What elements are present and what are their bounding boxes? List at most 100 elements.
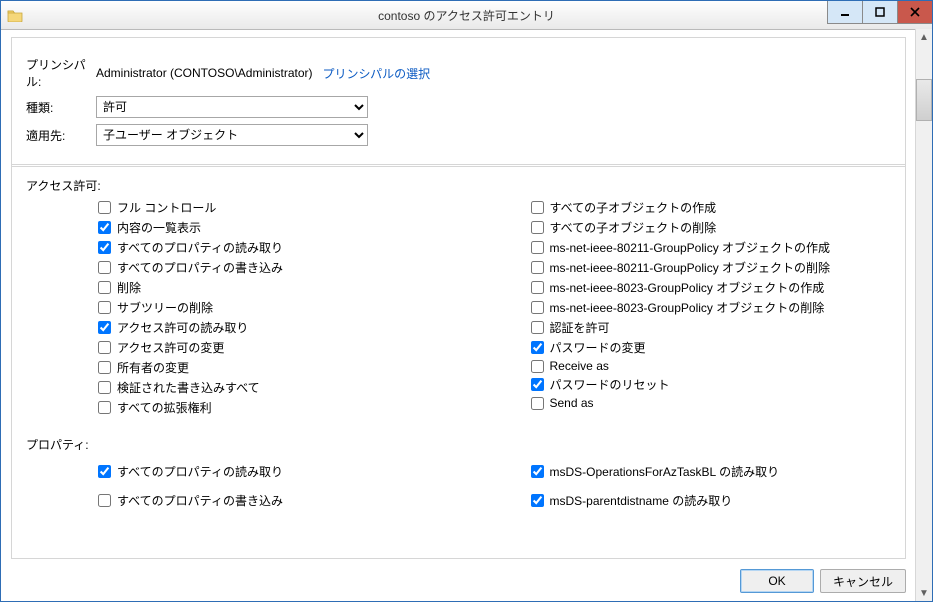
permission-left-row: アクセス許可の読み取り	[98, 318, 459, 338]
properties-block: プロパティ: すべてのプロパティの読み取りすべてのプロパティの書き込み msDS…	[26, 436, 891, 515]
permission-right-label: ms-net-ieee-8023-GroupPolicy オブジェクトの削除	[550, 299, 825, 316]
vertical-scrollbar[interactable]: ▲ ▼	[915, 29, 932, 601]
scroll-down-arrow[interactable]: ▼	[916, 585, 932, 601]
permission-right-checkbox[interactable]	[531, 378, 544, 391]
permission-right-label: すべての子オブジェクトの削除	[550, 219, 717, 236]
property-left-row: すべてのプロパティの読み取り	[98, 457, 459, 486]
permission-right-label: すべての子オブジェクトの作成	[550, 199, 717, 216]
permission-left-label: 所有者の変更	[117, 359, 189, 376]
permission-left-row: 所有者の変更	[98, 358, 459, 378]
window-controls	[827, 1, 932, 23]
properties-left-column: すべてのプロパティの読み取りすべてのプロパティの書き込み	[26, 457, 459, 515]
permission-right-row: ms-net-ieee-80211-GroupPolicy オブジェクトの削除	[531, 258, 892, 278]
type-row: 種類: 許可	[26, 96, 891, 118]
permission-left-row: すべてのプロパティの読み取り	[98, 238, 459, 258]
permission-right-checkbox[interactable]	[531, 241, 544, 254]
permission-right-checkbox[interactable]	[531, 201, 544, 214]
permission-left-checkbox[interactable]	[98, 261, 111, 274]
permission-left-label: サブツリーの削除	[117, 299, 213, 316]
permission-right-checkbox[interactable]	[531, 301, 544, 314]
property-left-checkbox[interactable]	[98, 494, 111, 507]
permission-right-row: 認証を許可	[531, 318, 892, 338]
applies-select[interactable]: 子ユーザー オブジェクト	[96, 124, 368, 146]
permission-left-label: 検証された書き込みすべて	[117, 379, 260, 396]
permission-left-checkbox[interactable]	[98, 241, 111, 254]
permission-left-checkbox[interactable]	[98, 201, 111, 214]
ok-button[interactable]: OK	[740, 569, 814, 593]
properties-columns: すべてのプロパティの読み取りすべてのプロパティの書き込み msDS-Operat…	[26, 457, 891, 515]
permission-left-checkbox[interactable]	[98, 281, 111, 294]
permissions-left-column: フル コントロール内容の一覧表示すべてのプロパティの読み取りすべてのプロパティの…	[26, 198, 459, 418]
permission-right-checkbox[interactable]	[531, 341, 544, 354]
permission-right-row: ms-net-ieee-8023-GroupPolicy オブジェクトの作成	[531, 278, 892, 298]
scroll-up-arrow[interactable]: ▲	[916, 29, 932, 45]
permission-right-row: パスワードのリセット	[531, 375, 892, 395]
permissions-right-column: すべての子オブジェクトの作成すべての子オブジェクトの削除 ms-net-ieee-…	[459, 198, 892, 418]
permission-left-checkbox[interactable]	[98, 321, 111, 334]
property-right-label: msDS-OperationsForAzTaskBL の読み取り	[550, 463, 780, 480]
permission-entry-window: contoso のアクセス許可エントリ ▲ ▼ プリンシパル: Administ…	[0, 0, 933, 602]
permission-right-row: すべての子オブジェクトの作成	[531, 198, 892, 218]
permission-right-row: パスワードの変更	[531, 338, 892, 358]
permissions-section-label: アクセス許可:	[26, 177, 891, 194]
permission-right-row: すべての子オブジェクトの削除	[531, 218, 892, 238]
close-button[interactable]	[897, 1, 932, 24]
permission-left-label: 削除	[117, 279, 141, 296]
permission-left-label: フル コントロール	[117, 199, 216, 216]
window-title: contoso のアクセス許可エントリ	[378, 7, 555, 24]
principal-label: プリンシパル:	[26, 56, 96, 90]
permission-right-row: ms-net-ieee-8023-GroupPolicy オブジェクトの削除	[531, 298, 892, 318]
select-principal-link[interactable]: プリンシパルの選択	[323, 65, 431, 82]
permission-left-label: すべてのプロパティの書き込み	[117, 259, 283, 276]
properties-section-label: プロパティ:	[26, 436, 891, 453]
permission-right-label: 認証を許可	[550, 319, 610, 336]
minimize-button[interactable]	[827, 1, 862, 24]
properties-right-column: msDS-OperationsForAzTaskBL の読み取り msDS-par…	[459, 457, 892, 515]
type-select[interactable]: 許可	[96, 96, 368, 118]
titlebar: contoso のアクセス許可エントリ	[1, 1, 932, 30]
permission-right-label: Send as	[550, 396, 594, 410]
permission-left-row: すべての拡張権利	[98, 398, 459, 418]
permission-left-row: 検証された書き込みすべて	[98, 378, 459, 398]
permission-left-checkbox[interactable]	[98, 341, 111, 354]
permission-right-checkbox[interactable]	[531, 360, 544, 373]
cancel-button[interactable]: キャンセル	[820, 569, 906, 593]
permission-left-label: 内容の一覧表示	[117, 219, 201, 236]
permission-right-checkbox[interactable]	[531, 261, 544, 274]
permission-right-label: ms-net-ieee-80211-GroupPolicy オブジェクトの作成	[550, 239, 831, 256]
permission-left-checkbox[interactable]	[98, 401, 111, 414]
permission-right-row: Receive as	[531, 358, 892, 375]
permission-right-label: Receive as	[550, 359, 609, 373]
permission-left-checkbox[interactable]	[98, 361, 111, 374]
principal-row: プリンシパル: Administrator (CONTOSO\Administr…	[26, 56, 891, 90]
principal-group: プリンシパル: Administrator (CONTOSO\Administr…	[11, 37, 906, 167]
permission-left-checkbox[interactable]	[98, 301, 111, 314]
permission-left-label: すべての拡張権利	[117, 399, 212, 416]
permission-left-label: アクセス許可の読み取り	[117, 319, 248, 336]
permissions-group: アクセス許可: フル コントロール内容の一覧表示すべてのプロパティの読み取りすべ…	[11, 164, 906, 559]
permission-left-row: 内容の一覧表示	[98, 218, 459, 238]
maximize-button[interactable]	[862, 1, 897, 24]
permission-left-checkbox[interactable]	[98, 381, 111, 394]
property-left-checkbox[interactable]	[98, 465, 111, 478]
button-bar: OK キャンセル	[740, 569, 906, 593]
permission-right-row: Send as	[531, 395, 892, 412]
permission-right-label: パスワードのリセット	[550, 376, 670, 393]
permission-left-label: すべてのプロパティの読み取り	[117, 239, 283, 256]
principal-value: Administrator (CONTOSO\Administrator)	[96, 66, 313, 80]
permission-right-checkbox[interactable]	[531, 321, 544, 334]
permission-right-checkbox[interactable]	[531, 281, 544, 294]
property-right-checkbox[interactable]	[531, 465, 544, 478]
permission-left-row: すべてのプロパティの書き込み	[98, 258, 459, 278]
property-right-label: msDS-parentdistname の読み取り	[550, 492, 733, 509]
permission-right-label: パスワードの変更	[550, 339, 646, 356]
permission-left-label: アクセス許可の変更	[117, 339, 224, 356]
permission-right-checkbox[interactable]	[531, 397, 544, 410]
scroll-thumb[interactable]	[916, 79, 932, 121]
permission-left-checkbox[interactable]	[98, 221, 111, 234]
property-right-checkbox[interactable]	[531, 494, 544, 507]
permission-right-label: ms-net-ieee-8023-GroupPolicy オブジェクトの作成	[550, 279, 825, 296]
permission-right-checkbox[interactable]	[531, 221, 544, 234]
permission-left-row: サブツリーの削除	[98, 298, 459, 318]
permission-right-row: ms-net-ieee-80211-GroupPolicy オブジェクトの作成	[531, 238, 892, 258]
